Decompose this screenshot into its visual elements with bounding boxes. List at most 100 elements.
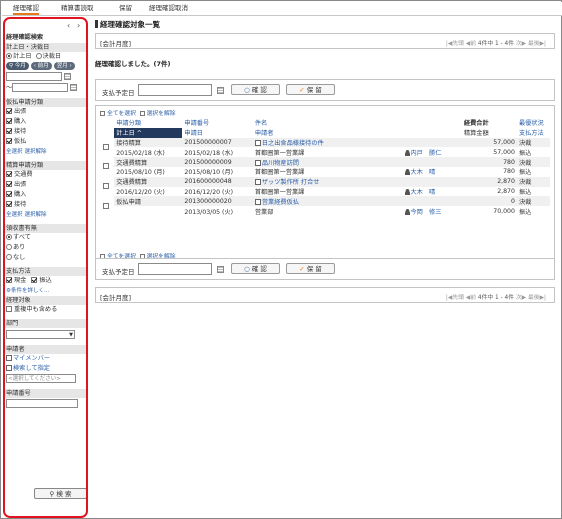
confirm-button[interactable]: ○ 確 認 (231, 263, 280, 274)
include-dup[interactable]: 重複中も含める (5, 305, 86, 315)
tab-seisansho-yomitori[interactable]: 精算書読取 (61, 2, 94, 15)
today-button[interactable]: ⚲ 今月 (6, 62, 29, 70)
header-subject[interactable]: 件名 (252, 118, 403, 128)
radio[interactable] (6, 254, 12, 260)
pager-last[interactable]: 最後▶| (528, 41, 546, 47)
kari-item[interactable]: 仮払 (5, 137, 86, 147)
tab-keiri-torikeshi[interactable]: 経理確認取消 (149, 2, 188, 15)
select-all-link[interactable]: 全てを選択 (100, 111, 136, 117)
pager-next[interactable]: 次▶ (516, 295, 526, 301)
receipt-opt[interactable]: すべて (5, 233, 86, 243)
header-apply-date[interactable]: 申請日 (182, 127, 253, 138)
prev-label: 前月 (37, 63, 49, 69)
subject-link[interactable]: 営業経費仮払 (262, 199, 299, 206)
checkbox[interactable] (6, 108, 12, 114)
header-status[interactable]: 最優状況 (516, 118, 550, 128)
subject-link[interactable]: 品川物産訪問 (262, 160, 299, 167)
radio-kessai[interactable] (35, 53, 42, 59)
checkbox[interactable] (6, 138, 12, 144)
pager-prev[interactable]: ◀前 (466, 295, 476, 301)
tab-horyu[interactable]: 保留 (119, 2, 132, 15)
header-applicant[interactable]: 申請者 (252, 127, 403, 138)
calendar-icon[interactable] (70, 84, 78, 91)
tab-keiri-kakunin[interactable]: 経理確認 (13, 2, 39, 15)
period-label: [会計月度] (100, 40, 132, 48)
header-number[interactable]: 申請番号 (182, 118, 253, 128)
receipt-opt[interactable]: あり (5, 243, 86, 253)
date-to-input[interactable] (12, 83, 69, 92)
person-link[interactable]: 大木 晴 (411, 169, 436, 176)
date-from-input[interactable] (6, 72, 62, 81)
pay-transfer-checkbox[interactable] (31, 277, 38, 283)
checkbox[interactable] (6, 191, 12, 197)
hold-button[interactable]: ✓ 保 留 (286, 263, 335, 274)
header-category[interactable]: 申請分類 (114, 118, 183, 128)
receipt-opt[interactable]: なし (5, 253, 86, 263)
calendar-icon[interactable] (63, 73, 71, 80)
clear-all-link[interactable]: 選択を解除 (139, 111, 176, 117)
person-link[interactable]: 今岡 修三 (411, 209, 442, 216)
pager-next[interactable]: 次▶ (516, 41, 526, 47)
kari-item[interactable]: 接待 (5, 127, 86, 137)
pager-last[interactable]: 最後▶| (528, 295, 546, 301)
hold-button[interactable]: ✓ 保 留 (286, 84, 335, 95)
kari-item[interactable]: 出張 (5, 107, 86, 117)
checkbox[interactable] (6, 118, 12, 124)
checkbox[interactable] (6, 306, 12, 312)
checkbox[interactable] (6, 201, 12, 207)
checkbox[interactable] (6, 181, 12, 187)
table-row: 接待精算 201500000007 日之出食品様接待の件 57,000 決裁 (101, 137, 550, 158)
header-pay-method[interactable]: 支払方法 (516, 127, 550, 138)
seisan-all-clear[interactable]: 選択解除 (24, 212, 46, 218)
subject-link[interactable]: ザッツ製作所 打合せ (262, 179, 320, 186)
row-checkbox[interactable] (103, 163, 109, 170)
subject-link[interactable]: 日之出食品様接待の件 (262, 140, 324, 147)
radio-keijo[interactable] (6, 53, 12, 59)
search-button[interactable]: ⚲ 検 索 (34, 488, 86, 499)
my-member-link[interactable]: マイメンバー (5, 354, 86, 364)
row-checkbox[interactable] (103, 183, 109, 190)
confirm-button[interactable]: ○ 確 認 (231, 84, 280, 95)
cell-number: 201500000007 (182, 137, 253, 148)
kari-item[interactable]: 購入 (5, 117, 86, 127)
application-number-input[interactable] (6, 399, 78, 408)
checkbox[interactable] (6, 171, 12, 177)
header-pay-amount[interactable]: 精算金額 (461, 127, 517, 138)
seisan-item[interactable]: 接待 (5, 200, 86, 210)
row-checkbox-cell (101, 137, 115, 158)
header-date-sorted[interactable]: 計上日 ^ (114, 127, 183, 138)
pay-cash-checkbox[interactable] (6, 277, 12, 283)
person-link[interactable]: 内戸 勝仁 (411, 150, 442, 157)
next-month-button[interactable]: 翌月 › (53, 62, 75, 70)
chevron-left-icon[interactable]: ‹ (67, 21, 70, 30)
chevron-right-icon[interactable]: › (77, 21, 80, 30)
kari-all-clear[interactable]: 選択解除 (24, 149, 46, 155)
calendar-icon[interactable] (217, 266, 224, 273)
search-specify-link[interactable]: 検索して指定 (5, 364, 86, 374)
seisan-all-select[interactable]: 全選択 (6, 212, 23, 218)
seisan-item[interactable]: 交通費 (5, 170, 86, 180)
radio[interactable] (6, 234, 12, 240)
dept-select[interactable]: ▼ (6, 330, 75, 339)
header-total[interactable]: 経費合計 (461, 118, 517, 128)
pay-date-label: 支払予定日 (102, 89, 135, 97)
person-link[interactable]: 大木 晴 (411, 189, 436, 196)
pay-date-input[interactable] (138, 84, 212, 96)
pager-prev[interactable]: ◀前 (466, 41, 476, 47)
seisan-item[interactable]: 出張 (5, 180, 86, 190)
document-icon (254, 198, 261, 205)
pager-first[interactable]: |◀先頭 (446, 295, 464, 301)
kari-all-select[interactable]: 全選択 (6, 149, 23, 155)
radio[interactable] (6, 244, 12, 250)
checkbox[interactable] (6, 128, 12, 134)
pager-first[interactable]: |◀先頭 (446, 41, 464, 47)
prev-month-button[interactable]: ‹ 前月 (30, 62, 52, 70)
more-conditions-link[interactable]: ⚙条件を詳しく... (5, 286, 86, 296)
calendar-icon[interactable] (217, 87, 224, 94)
pay-date-input[interactable] (138, 263, 212, 275)
pay-options: 現金 振込 (5, 276, 86, 286)
seisan-item[interactable]: 購入 (5, 190, 86, 200)
applicant-select[interactable]: <選択してください> (6, 374, 76, 383)
row-checkbox[interactable] (103, 202, 109, 209)
row-checkbox[interactable] (103, 143, 109, 150)
